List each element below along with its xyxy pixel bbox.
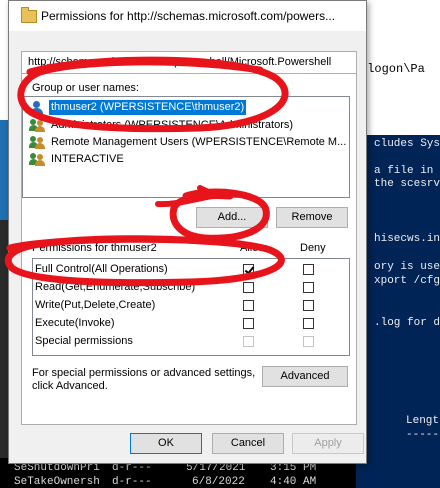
- permission-name: Write(Put,Delete,Create): [35, 299, 156, 311]
- group-icon: [29, 136, 45, 149]
- console-line: 4:40 AM: [270, 476, 317, 488]
- list-item-thmuser2[interactable]: thmuser2 (WPERSISTENCE\thmuser2): [27, 99, 345, 116]
- permission-name: Special permissions: [35, 335, 133, 347]
- allow-header: Allow: [240, 242, 267, 254]
- permission-name: Execute(Invoke): [35, 317, 115, 329]
- permission-row: Read(Get,Enumerate,Subscribe): [33, 280, 349, 296]
- list-item-label: thmuser2 (WPERSISTENCE\thmuser2): [47, 99, 248, 116]
- tab-permissions[interactable]: http://schemas.microsoft.com/powershell/…: [21, 51, 357, 74]
- permission-name: Full Control(All Operations): [35, 263, 168, 275]
- deny-checkbox-special: [303, 336, 314, 347]
- console-line: Lengt: [406, 415, 440, 427]
- allow-checkbox-full-control[interactable]: [243, 264, 254, 275]
- console-line: 6/8/2022: [192, 476, 245, 488]
- deny-checkbox-read[interactable]: [303, 282, 314, 293]
- permissions-label: Permissions for thmuser2: [32, 242, 157, 254]
- permission-row: Special permissions: [33, 334, 349, 350]
- permissions-dialog: Permissions for http://schemas.microsoft…: [8, 0, 367, 464]
- console-line: a file in: [374, 165, 434, 177]
- list-item-interactive[interactable]: INTERACTIVE: [27, 152, 345, 167]
- console-line: hisecws.in: [374, 233, 440, 245]
- background-powershell-console: cludes Sys a file in the scesrv hisecws.…: [356, 135, 440, 488]
- group-label: Group or user names:: [32, 82, 139, 94]
- permission-row: Write(Put,Delete,Create): [33, 298, 349, 314]
- console-line: cludes Sys: [374, 138, 440, 150]
- ok-button[interactable]: OK: [130, 433, 202, 454]
- list-item-label: Administrators (WPERSISTENCE\Administrat…: [51, 119, 294, 131]
- permission-row: Execute(Invoke): [33, 316, 349, 332]
- deny-checkbox-full-control[interactable]: [303, 264, 314, 275]
- remove-button[interactable]: Remove: [276, 207, 348, 228]
- group-icon: [29, 153, 45, 166]
- folder-icon: [21, 7, 37, 23]
- deny-checkbox-write[interactable]: [303, 300, 314, 311]
- user-list[interactable]: thmuser2 (WPERSISTENCE\thmuser2) Adminis…: [22, 96, 350, 198]
- apply-button: Apply: [292, 433, 364, 454]
- add-button[interactable]: Add...: [196, 207, 268, 228]
- user-icon: [29, 101, 45, 114]
- permission-name: Read(Get,Enumerate,Subscribe): [35, 281, 196, 293]
- console-line: xport /cfg: [374, 275, 440, 287]
- permissions-table: Full Control(All Operations) Read(Get,En…: [32, 258, 350, 356]
- allow-checkbox-read[interactable]: [243, 282, 254, 293]
- permission-row: Full Control(All Operations): [33, 262, 349, 278]
- advanced-button[interactable]: Advanced: [262, 366, 348, 387]
- console-line: ory is use: [374, 261, 440, 273]
- allow-checkbox-special: [243, 336, 254, 347]
- tab-label: http://schemas.microsoft.com/powershell/…: [28, 56, 332, 68]
- title-bar[interactable]: Permissions for http://schemas.microsoft…: [9, 1, 366, 31]
- allow-checkbox-execute[interactable]: [243, 318, 254, 329]
- dialog-title: Permissions for http://schemas.microsoft…: [41, 9, 336, 23]
- allow-checkbox-write[interactable]: [243, 300, 254, 311]
- deny-header: Deny: [300, 242, 326, 254]
- background-console-top-text: tlogon\Pa: [360, 62, 440, 82]
- cancel-button[interactable]: Cancel: [212, 433, 284, 454]
- group-icon: [29, 119, 45, 132]
- list-item-label: Remote Management Users (WPERSISTENCE\Re…: [51, 136, 347, 148]
- console-line: -----: [406, 429, 440, 441]
- console-line: .log for d: [374, 317, 440, 329]
- list-item-remote-management-users[interactable]: Remote Management Users (WPERSISTENCE\Re…: [27, 135, 347, 150]
- special-permissions-text-line2: click Advanced.: [32, 380, 108, 392]
- special-permissions-text-line1: For special permissions or advanced sett…: [32, 367, 256, 379]
- console-line: the scesrv: [374, 178, 440, 190]
- list-item-administrators[interactable]: Administrators (WPERSISTENCE\Administrat…: [27, 118, 345, 133]
- list-item-label: INTERACTIVE: [51, 153, 124, 165]
- deny-checkbox-execute[interactable]: [303, 318, 314, 329]
- console-line: d-r---: [112, 476, 152, 488]
- console-line: SeTakeOwnersh: [14, 476, 100, 488]
